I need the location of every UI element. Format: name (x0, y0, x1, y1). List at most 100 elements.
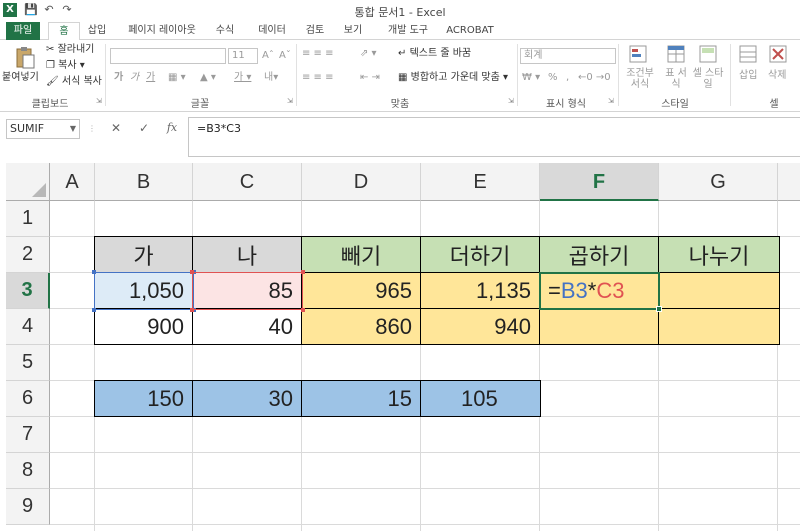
cell-g4[interactable] (659, 309, 780, 345)
cell-b4[interactable]: 900 (95, 309, 193, 345)
row-header-7[interactable]: 7 (6, 417, 50, 453)
merge-center-button[interactable]: ▦ 병합하고 가운데 맞춤 ▾ (398, 72, 508, 84)
insert-cells-label[interactable]: 삽입 (739, 70, 757, 82)
tab-file[interactable]: 파일 (6, 22, 40, 40)
number-format-box[interactable]: 회계 (520, 48, 616, 64)
row-header-6[interactable]: 6 (6, 381, 50, 417)
decimal-icons[interactable]: ←0 →0 (578, 72, 611, 84)
cell-b2[interactable]: 가 (95, 237, 193, 273)
tab-data[interactable]: 데이터 (252, 22, 292, 40)
cell-d2[interactable]: 빼기 (302, 237, 421, 273)
table-format-label[interactable]: 표 서식 (662, 68, 690, 90)
column-header-g[interactable]: G (659, 163, 778, 201)
tab-view[interactable]: 보기 (338, 22, 368, 40)
cell-styles-icon[interactable] (698, 44, 718, 64)
font-color-icon[interactable]: 가 ▾ (234, 72, 251, 84)
column-header-d[interactable]: D (302, 163, 421, 201)
cell-d6[interactable]: 15 (302, 381, 421, 417)
paste-label[interactable]: 붙여넣기 (2, 72, 39, 84)
column-header-e[interactable]: E (421, 163, 540, 201)
font-size-box[interactable]: 11 (228, 48, 258, 64)
cut-button[interactable]: ✂ 잘라내기 (46, 44, 94, 56)
cell-g2[interactable]: 나누기 (659, 237, 780, 273)
column-header-b[interactable]: B (95, 163, 193, 201)
conditional-format-icon[interactable] (628, 44, 648, 64)
wrap-text-button[interactable]: ↵ 텍스트 줄 바꿈 (398, 48, 471, 60)
cell-e4[interactable]: 940 (421, 309, 540, 345)
orientation-icon[interactable]: ⇗ ▾ (360, 48, 377, 60)
cell-f4[interactable] (540, 309, 659, 345)
clipboard-launcher-icon[interactable]: ⇲ (96, 97, 102, 105)
indent-icons[interactable]: ⇤ ⇥ (360, 72, 380, 84)
cancel-icon[interactable]: ✕ (106, 118, 126, 138)
percent-button[interactable]: % (548, 72, 558, 84)
underline-button[interactable]: 가 (146, 72, 155, 84)
tab-page-layout[interactable]: 페이지 레이아웃 (122, 22, 202, 40)
row-header-1[interactable]: 1 (6, 201, 50, 237)
font-name-box[interactable] (110, 48, 226, 64)
cell-d4[interactable]: 860 (302, 309, 421, 345)
fill-color-icon[interactable]: ▲ ▾ (200, 72, 216, 84)
align-left-icons[interactable]: ≡ ≡ ≡ (302, 72, 334, 84)
ribbon-separator (105, 44, 106, 106)
name-box[interactable]: SUMIF ▼ (6, 119, 80, 139)
column-header-c[interactable]: C (193, 163, 302, 201)
enter-icon[interactable]: ✓ (134, 118, 154, 138)
insert-cells-icon[interactable] (738, 44, 758, 64)
comma-button[interactable]: , (566, 72, 569, 84)
tab-insert[interactable]: 삽입 (82, 22, 112, 40)
cell-e3[interactable]: 1,135 (421, 273, 540, 309)
currency-icon[interactable]: ₩ ▾ (522, 72, 540, 84)
bold-button[interactable]: 가 (114, 72, 123, 84)
cell-c3[interactable]: 85 (193, 273, 302, 309)
tab-developer[interactable]: 개발 도구 (378, 22, 438, 40)
cell-c4[interactable]: 40 (193, 309, 302, 345)
alignment-launcher-icon[interactable]: ⇲ (508, 97, 514, 105)
cell-e2[interactable]: 더하기 (421, 237, 540, 273)
cell-styles-label[interactable]: 셀 스타일 (692, 68, 724, 90)
borders-icon[interactable]: ▦ ▾ (168, 72, 186, 84)
number-launcher-icon[interactable]: ⇲ (608, 97, 614, 105)
row-header-9[interactable]: 9 (6, 489, 50, 525)
tab-home[interactable]: 홈 (48, 22, 80, 41)
delete-cells-label[interactable]: 삭제 (768, 70, 786, 82)
format-painter-button[interactable]: 🖌 서식 복사 (46, 76, 102, 88)
conditional-format-label[interactable]: 조건부 서식 (624, 68, 656, 90)
column-header-next[interactable] (778, 163, 800, 201)
font-shrink-icon[interactable]: Aˇ (279, 50, 291, 62)
row-header-5[interactable]: 5 (6, 345, 50, 381)
row-header-4[interactable]: 4 (6, 309, 50, 345)
cell-d3[interactable]: 965 (302, 273, 421, 309)
italic-button[interactable]: 가 (130, 72, 139, 84)
cell-f2[interactable]: 곱하기 (540, 237, 659, 273)
cell-g3[interactable] (659, 273, 780, 309)
row-header-2[interactable]: 2 (6, 237, 50, 273)
tab-acrobat[interactable]: ACROBAT (444, 22, 496, 40)
font-grow-icon[interactable]: Aˆ (262, 50, 274, 62)
delete-cells-icon[interactable] (768, 44, 788, 64)
cell-e6[interactable]: 105 (421, 381, 541, 417)
tab-review[interactable]: 검토 (300, 22, 330, 40)
align-top-icons[interactable]: ≡ ≡ ≡ (302, 48, 334, 60)
cell-b6[interactable]: 150 (95, 381, 193, 417)
cell-f3[interactable]: = B3 * C3 (540, 273, 659, 309)
phonetic-icon[interactable]: 내▾ (264, 72, 278, 84)
chevron-down-icon[interactable]: ▼ (70, 120, 76, 138)
cell-c6[interactable]: 30 (193, 381, 302, 417)
column-header-a[interactable]: A (50, 163, 95, 201)
cell-c2[interactable]: 나 (193, 237, 302, 273)
copy-button[interactable]: ❐ 복사 ▾ (46, 60, 85, 72)
font-launcher-icon[interactable]: ⇲ (287, 97, 293, 105)
table-format-icon[interactable] (666, 44, 686, 64)
insert-function-icon[interactable]: fx (162, 118, 182, 138)
column-header-f[interactable]: F (540, 163, 659, 201)
paste-icon[interactable] (14, 46, 36, 70)
select-all-corner[interactable] (6, 163, 50, 201)
spreadsheet-grid: A B C D E F G 1 2 3 4 5 6 7 8 9 가 나 빼기 더… (6, 163, 800, 531)
row-header-8[interactable]: 8 (6, 453, 50, 489)
tab-formulas[interactable]: 수식 (210, 22, 240, 40)
row-header-3[interactable]: 3 (6, 273, 50, 309)
splitter-icon[interactable]: ⋮ (88, 124, 96, 133)
formula-input[interactable]: =B3*C3 (188, 117, 800, 157)
cell-b3[interactable]: 1,050 (95, 273, 193, 309)
